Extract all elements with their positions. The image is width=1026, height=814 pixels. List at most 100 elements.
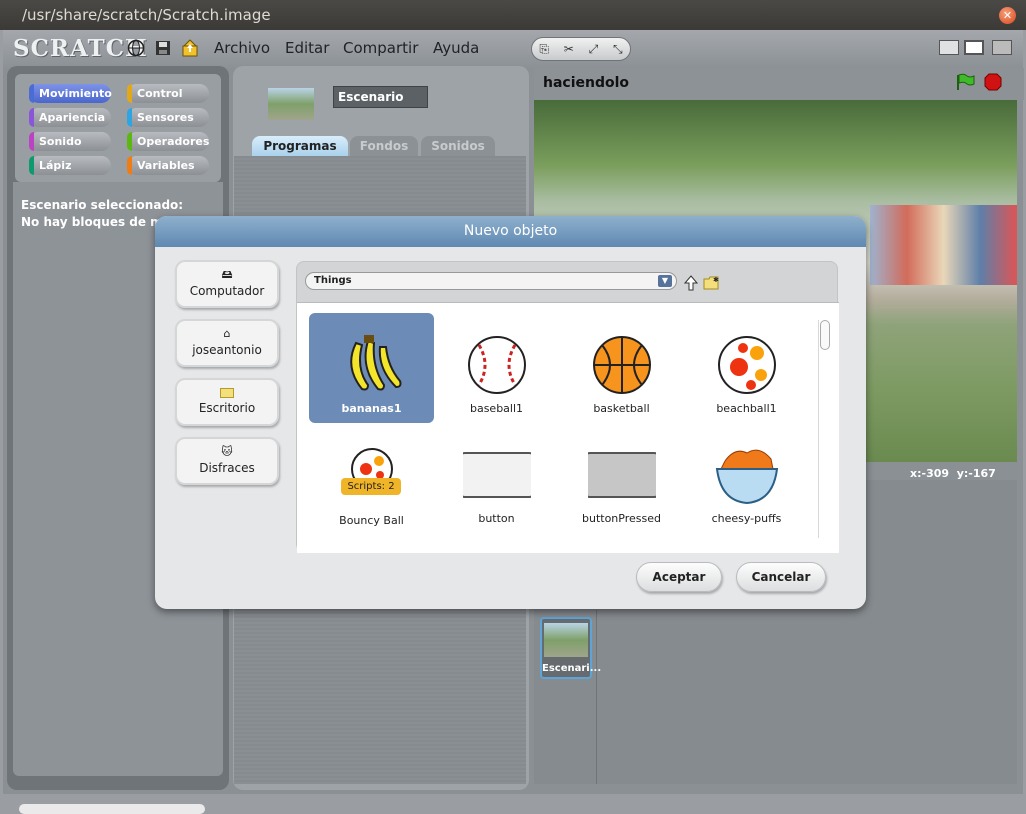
up-folder-icon[interactable] (684, 275, 698, 291)
globe-icon[interactable] (127, 39, 145, 57)
category-sonido[interactable]: Sonido (29, 132, 111, 151)
file-item-button[interactable]: button (434, 423, 559, 533)
place-disfraces[interactable]: 🐱 Disfraces (175, 437, 279, 485)
dialog-title: Nuevo objeto (155, 216, 866, 247)
category-label: Apariencia (39, 111, 106, 124)
chevron-down-icon: ▼ (658, 275, 672, 287)
new-folder-icon[interactable]: ✱ (703, 275, 720, 290)
stop-sign-icon[interactable] (984, 73, 1002, 91)
file-item-beachball1[interactable]: beachball1 (684, 313, 809, 423)
file-item-label: beachball1 (716, 402, 777, 415)
bouncy-ball-icon (350, 448, 393, 490)
file-item-baseball1[interactable]: baseball1 (434, 313, 559, 423)
file-item-bananas1[interactable]: bananas1 (309, 313, 434, 423)
stage-sprite-tile[interactable]: Escenari... (540, 617, 602, 679)
category-sensores[interactable]: Sensores (127, 108, 209, 127)
svg-text:✱: ✱ (713, 276, 719, 284)
new-sprite-dialog: Nuevo objeto 🖴 Computador ⌂ joseantonio Es… (155, 216, 866, 609)
category-label: Sensores (137, 111, 194, 124)
category-label: Variables (137, 159, 195, 172)
file-item-label: baseball1 (469, 402, 524, 415)
place-computador[interactable]: 🖴 Computador (175, 260, 279, 308)
category-apariencia[interactable]: Apariencia (29, 108, 111, 127)
menu-ayuda[interactable]: Ayuda (433, 39, 479, 57)
folder-path-select[interactable]: Things ▼ (305, 272, 677, 290)
sprite-list-divider (596, 610, 597, 784)
basketball-icon (592, 336, 651, 394)
file-item-buttonpressed[interactable]: buttonPressed (559, 423, 684, 533)
file-browser: Things ▼ ✱ bananas1 baseball1 basketball … (296, 261, 839, 553)
bananas-icon (349, 335, 401, 391)
file-item-label: bananas1 (341, 402, 402, 415)
button-icon (462, 452, 531, 498)
scissors-icon[interactable]: ✂ (564, 42, 574, 56)
place-label: Escritorio (198, 401, 256, 415)
category-variables[interactable]: Variables (127, 156, 209, 175)
file-item-label: cheesy-puffs (711, 512, 782, 525)
sprite-name-field[interactable]: Escenario (333, 86, 428, 108)
category-color-swatch (127, 132, 132, 151)
folder-path: Things (314, 275, 352, 286)
green-flag-icon[interactable] (955, 73, 975, 91)
stamp-icon[interactable]: ⎘ (539, 42, 549, 57)
category-color-swatch (29, 132, 34, 151)
baseball-icon (467, 336, 526, 394)
mouse-coordinates: x:-309 y:-167 (910, 467, 996, 480)
scroll-track (818, 320, 819, 538)
category-label: Movimiento (39, 87, 112, 100)
computer-icon: 🖴 (221, 268, 233, 281)
palette-scrollbar[interactable] (19, 804, 205, 814)
x-coordinate: -309 (921, 467, 950, 480)
place-joseantonio[interactable]: ⌂ joseantonio (175, 319, 279, 367)
category-control[interactable]: Control (127, 84, 209, 103)
file-item-label: basketball (593, 402, 650, 415)
project-title: haciendolo (543, 75, 630, 91)
y-label: y: (956, 467, 969, 480)
window-close-button[interactable]: ✕ (999, 7, 1016, 24)
stage-sprite-label: Escenari... (542, 663, 602, 674)
menu-archivo[interactable]: Archivo (214, 39, 270, 57)
tab-sonidos[interactable]: Sonidos (421, 136, 495, 156)
file-item-label: Bouncy Ball (339, 514, 404, 527)
sprite-tools-bar: ⎘ ✂ ⤢ ⤡ (531, 37, 631, 61)
grow-icon[interactable]: ⤢ (589, 42, 599, 57)
cancelar-button[interactable]: Cancelar (736, 562, 826, 592)
tab-fondos[interactable]: Fondos (350, 136, 418, 156)
save-icon[interactable] (154, 39, 172, 57)
folder-icon (220, 388, 234, 398)
file-item-label: buttonPressed (582, 512, 661, 525)
file-item-bouncy-ball[interactable]: Scripts: 2 Bouncy Ball (309, 423, 434, 533)
y-coordinate: -167 (968, 467, 996, 480)
file-item-basketball[interactable]: basketball (559, 313, 684, 423)
category-lapiz[interactable]: Lápiz (29, 156, 111, 175)
place-escritorio[interactable]: Escritorio (175, 378, 279, 426)
category-color-swatch (127, 108, 132, 127)
aceptar-button[interactable]: Aceptar (636, 562, 722, 592)
button-pressed-icon (587, 452, 656, 498)
category-movimiento[interactable]: Movimiento (29, 84, 112, 103)
file-grid-scrollbar[interactable] (820, 320, 830, 350)
stage-sprite-thumbnail (544, 623, 588, 657)
share-icon[interactable] (181, 39, 199, 57)
scripts-badge: Scripts: 2 (341, 478, 401, 495)
tab-programas[interactable]: Programas (252, 136, 348, 156)
small-stage-layout-icon[interactable] (939, 40, 959, 55)
shrink-icon[interactable]: ⤡ (613, 42, 623, 57)
palette-message-line: Escenario seleccionado: (21, 198, 184, 212)
menu-editar[interactable]: Editar (285, 39, 329, 57)
category-label: Operadores (137, 135, 210, 148)
window-title-bar: /usr/share/scratch/Scratch.image (0, 0, 1026, 30)
place-label: Computador (189, 284, 265, 298)
cheesy-puffs-icon (715, 449, 778, 505)
sprite-file-grid: bananas1 baseball1 basketball beachball1… (297, 302, 839, 553)
presentation-mode-icon[interactable] (992, 40, 1012, 55)
normal-stage-layout-icon[interactable] (964, 40, 984, 55)
category-operadores[interactable]: Operadores (127, 132, 209, 151)
category-label: Control (137, 87, 183, 100)
file-item-cheesy-puffs[interactable]: cheesy-puffs (684, 423, 809, 533)
costumes-folder-icon: 🐱 (221, 445, 233, 458)
category-color-swatch (29, 156, 34, 175)
stage-thumbnail (268, 88, 314, 120)
category-color-swatch (29, 108, 34, 127)
menu-compartir[interactable]: Compartir (343, 39, 418, 57)
